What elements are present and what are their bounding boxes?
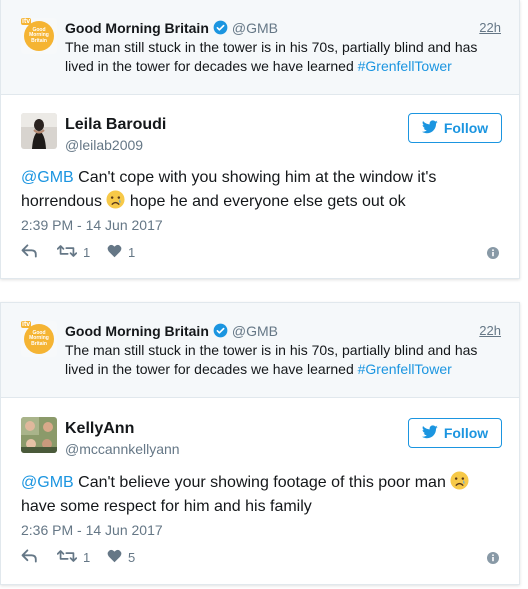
- twitter-bird-icon: [421, 119, 438, 137]
- verified-badge-icon: [213, 20, 228, 38]
- mention-link[interactable]: @GMB: [21, 169, 74, 186]
- quoted-tweet-text: The man still stuck in the tower is in h…: [65, 39, 478, 74]
- crying-face-emoji: [450, 471, 469, 490]
- tweet-actions: 1 1: [21, 244, 499, 264]
- reply-icon: [21, 244, 38, 261]
- like-count: 5: [128, 550, 136, 565]
- like-button[interactable]: 1: [107, 244, 135, 261]
- tweet-text: @GMB Can't believe your showing footage …: [21, 471, 501, 519]
- tweet-timestamp[interactable]: 2:36 PM - 14 Jun 2017: [21, 522, 163, 538]
- retweet-count: 1: [83, 550, 91, 565]
- crying-face-emoji: [106, 190, 125, 209]
- reply-button[interactable]: [21, 244, 38, 261]
- verified-badge-icon: [213, 323, 228, 341]
- itv-logo: itv: [21, 321, 32, 328]
- twitter-bird-icon: [421, 424, 438, 442]
- hashtag-link[interactable]: #GrenfellTower: [358, 361, 452, 377]
- quoted-author-handle[interactable]: @GMB: [232, 20, 278, 36]
- itv-logo: itv: [21, 18, 32, 25]
- hashtag-link[interactable]: #GrenfellTower: [358, 58, 452, 74]
- quoted-timestamp[interactable]: 22h: [479, 323, 501, 338]
- tweet-text: @GMB Can't cope with you showing him at …: [21, 169, 437, 210]
- retweet-button[interactable]: 1: [56, 549, 91, 566]
- quoted-tweet-text: The man still stuck in the tower is in h…: [65, 342, 478, 377]
- like-count: 1: [128, 245, 136, 260]
- gmb-avatar[interactable]: itv Good Morning Britain: [21, 18, 57, 54]
- follow-label: Follow: [443, 120, 489, 136]
- avatar[interactable]: [21, 417, 57, 453]
- quoted-author-line: Good Morning Britain @GMB: [65, 323, 278, 341]
- follow-button[interactable]: Follow: [408, 418, 502, 448]
- quoted-timestamp[interactable]: 22h: [479, 20, 501, 35]
- like-button[interactable]: 5: [107, 549, 135, 566]
- retweet-count: 1: [83, 245, 91, 260]
- author-name[interactable]: KellyAnn: [65, 420, 134, 438]
- tweet-card: itv Good Morning Britain Good Morning Br…: [0, 302, 520, 585]
- gmb-logo-text: Good Morning Britain: [29, 26, 49, 44]
- tweet-timestamp[interactable]: 2:39 PM - 14 Jun 2017: [21, 217, 163, 233]
- retweet-icon: [56, 549, 78, 566]
- info-icon[interactable]: [487, 551, 499, 569]
- heart-icon: [107, 244, 122, 261]
- quoted-author-handle[interactable]: @GMB: [232, 323, 278, 339]
- mention-link[interactable]: @GMB: [21, 474, 74, 491]
- quoted-author-line: Good Morning Britain @GMB: [65, 20, 278, 38]
- reply-icon: [21, 549, 38, 566]
- info-icon[interactable]: [487, 246, 499, 264]
- follow-label: Follow: [443, 425, 489, 441]
- avatar[interactable]: [21, 113, 57, 149]
- heart-icon: [107, 549, 122, 566]
- author-handle[interactable]: @leilab2009: [65, 137, 143, 153]
- author-name[interactable]: Leila Baroudi: [65, 116, 166, 134]
- reply-button[interactable]: [21, 549, 38, 566]
- gmb-logo-text: Good Morning Britain: [29, 329, 49, 347]
- retweet-button[interactable]: 1: [56, 244, 91, 261]
- gmb-avatar[interactable]: itv Good Morning Britain: [21, 321, 57, 357]
- quoted-author-name[interactable]: Good Morning Britain: [65, 323, 209, 339]
- quoted-tweet[interactable]: itv Good Morning Britain Good Morning Br…: [1, 0, 519, 95]
- tweet-actions: 1 5: [21, 549, 499, 569]
- tweet-card: itv Good Morning Britain Good Morning Br…: [0, 0, 520, 279]
- quoted-author-name[interactable]: Good Morning Britain: [65, 20, 209, 36]
- retweet-icon: [56, 244, 78, 261]
- quoted-tweet[interactable]: itv Good Morning Britain Good Morning Br…: [1, 303, 519, 398]
- follow-button[interactable]: Follow: [408, 113, 502, 143]
- author-handle[interactable]: @mccannkellyann: [65, 441, 180, 457]
